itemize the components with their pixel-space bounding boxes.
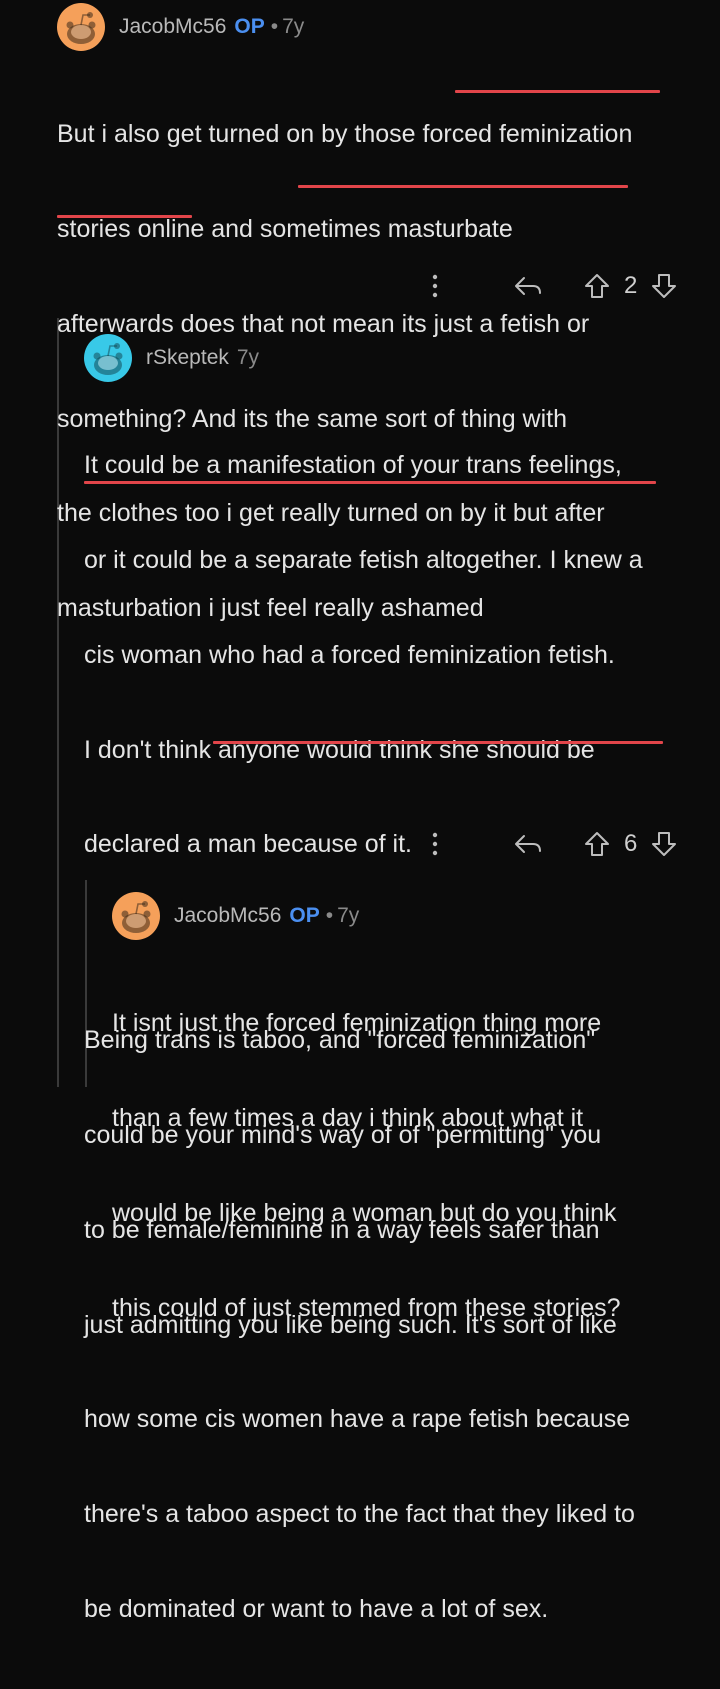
- separator: •: [325, 904, 334, 927]
- comment-actions: 6: [418, 826, 681, 862]
- op-badge: OP: [234, 15, 265, 38]
- comment-line: or it could be a separate fetish altoget…: [84, 545, 643, 574]
- highlight-underline: [57, 215, 192, 218]
- highlight-underline: [298, 185, 628, 188]
- vote-count: 2: [624, 272, 638, 299]
- comment-header: JacobMc56 OP • 7y: [57, 2, 304, 52]
- snoo-avatar-icon: [93, 343, 123, 375]
- reply-icon: [515, 835, 541, 853]
- comment-line: It could be a manifestation of your tran…: [84, 451, 622, 480]
- comment-line: this could of just stemmed from these st…: [112, 1293, 621, 1322]
- timestamp: 7y: [236, 346, 260, 369]
- more-vertical-icon: [432, 274, 438, 298]
- comment-line: there's a taboo aspect to the fact that …: [84, 1500, 635, 1529]
- highlight-underline: [84, 481, 656, 484]
- snoo-avatar-icon: [121, 901, 151, 933]
- avatar[interactable]: [84, 334, 132, 382]
- username[interactable]: rSkeptek: [146, 346, 229, 370]
- more-options-button[interactable]: [418, 826, 452, 862]
- downvote-icon: [652, 832, 677, 856]
- comment-line: be dominated or want to have a lot of se…: [84, 1594, 549, 1623]
- upvote-button[interactable]: [580, 826, 614, 862]
- reply-icon: [515, 277, 541, 295]
- separator: •: [270, 15, 279, 38]
- avatar[interactable]: [57, 3, 105, 51]
- more-options-button[interactable]: [418, 268, 452, 304]
- downvote-button[interactable]: [647, 268, 681, 304]
- comment-header: JacobMc56 OP • 7y: [112, 891, 359, 941]
- avatar[interactable]: [112, 892, 160, 940]
- username[interactable]: JacobMc56: [119, 15, 226, 39]
- comment-line: But i also get turned on by those forced…: [57, 120, 633, 149]
- reply-button[interactable]: [498, 826, 558, 862]
- highlight-underline: [213, 741, 663, 744]
- comment-line: would be like being a woman but do you t…: [112, 1198, 617, 1227]
- reply-button[interactable]: [498, 268, 558, 304]
- snoo-avatar-icon: [66, 12, 96, 44]
- more-vertical-icon: [432, 832, 438, 856]
- upvote-icon: [585, 274, 609, 298]
- comment-body: It isnt just the forced feminization thi…: [112, 945, 712, 1387]
- op-badge: OP: [289, 904, 320, 927]
- comment-line: cis woman who had a forced feminization …: [84, 640, 615, 669]
- comment-header: rSkeptek 7y: [84, 333, 259, 383]
- upvote-button[interactable]: [580, 268, 614, 304]
- comment-line: than a few times a day i think about wha…: [112, 1103, 584, 1132]
- username[interactable]: JacobMc56: [174, 904, 281, 928]
- timestamp: 7y: [337, 904, 360, 927]
- upvote-icon: [585, 832, 609, 856]
- vote-count: 6: [624, 830, 638, 857]
- comment-line: how some cis women have a rape fetish be…: [84, 1405, 631, 1434]
- comment-actions: 2: [418, 268, 681, 304]
- downvote-icon: [652, 274, 677, 298]
- comment-line: It isnt just the forced feminization thi…: [112, 1009, 602, 1038]
- downvote-button[interactable]: [647, 826, 681, 862]
- highlight-underline: [455, 90, 660, 93]
- comment-line: stories online and sometimes masturbate: [57, 214, 513, 243]
- timestamp: 7y: [282, 15, 305, 38]
- comment-line: I don't think anyone would think she sho…: [84, 735, 595, 764]
